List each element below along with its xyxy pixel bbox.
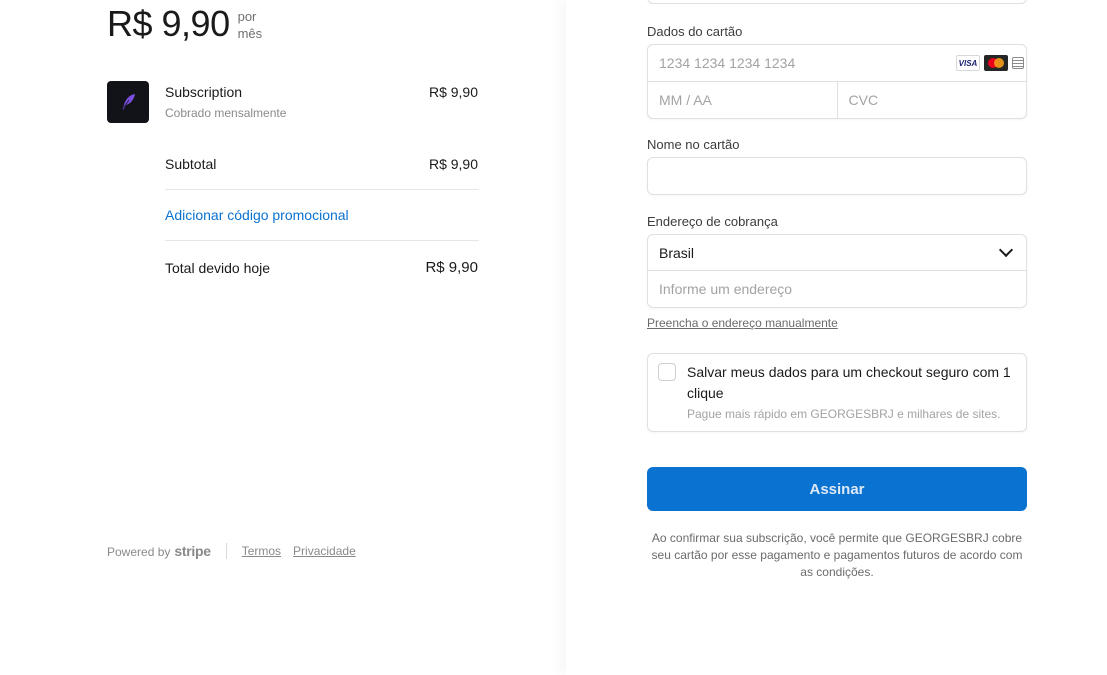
item-price: R$ 9,90 bbox=[428, 84, 478, 100]
visa-icon: VISA bbox=[956, 55, 980, 71]
save-info-box: Salvar meus dados para um checkout segur… bbox=[647, 353, 1027, 432]
chevron-down-icon bbox=[998, 242, 1014, 258]
expiry-input[interactable]: MM / AA bbox=[648, 82, 837, 118]
more-cards-icon bbox=[1012, 57, 1024, 69]
cardholder-name-input[interactable] bbox=[647, 157, 1027, 195]
billing-address-label: Endereço de cobrança bbox=[647, 214, 778, 229]
price-amount: R$ 9,90 bbox=[107, 3, 230, 44]
order-summary-panel: R$ 9,90 por mês Subscription Cobrado men… bbox=[0, 0, 566, 675]
address-placeholder: Informe um endereço bbox=[659, 281, 793, 297]
subtotal-label: Subtotal bbox=[165, 156, 217, 172]
cardholder-name-label: Nome no cartão bbox=[647, 137, 740, 152]
subtotal-value: R$ 9,90 bbox=[428, 156, 478, 172]
payment-form-panel: Dados do cartão 1234 1234 1234 1234 VISA… bbox=[566, 0, 1107, 675]
price-period-line2: mês bbox=[237, 26, 263, 41]
divider bbox=[165, 240, 479, 241]
powered-by-stripe[interactable]: Powered by stripe bbox=[107, 543, 211, 559]
footer: Powered by stripe Termos Privacidade bbox=[107, 543, 368, 559]
mastercard-icon bbox=[984, 55, 1008, 71]
price-header: R$ 9,90 por mês bbox=[107, 4, 262, 44]
cvc-placeholder: CVC bbox=[848, 92, 879, 108]
total-value: R$ 9,90 bbox=[425, 259, 478, 276]
manual-address-link[interactable]: Preencha o endereço manualmente bbox=[647, 316, 838, 330]
stripe-logo: stripe bbox=[174, 543, 211, 559]
price-period-line1: por bbox=[237, 9, 257, 24]
expiry-placeholder: MM / AA bbox=[659, 92, 712, 108]
billing-address-group: Brasil Informe um endereço bbox=[647, 234, 1027, 308]
card-number-input[interactable]: 1234 1234 1234 1234 VISA bbox=[648, 45, 1026, 81]
address-input[interactable]: Informe um endereço bbox=[648, 271, 1026, 307]
divider bbox=[165, 189, 479, 190]
privacy-link[interactable]: Privacidade bbox=[293, 544, 356, 558]
footer-separator bbox=[225, 543, 227, 559]
legal-notice: Ao confirmar sua subscrição, você permit… bbox=[651, 531, 1023, 579]
previous-field-edge bbox=[647, 0, 1027, 4]
add-promo-code-link[interactable]: Adicionar código promocional bbox=[165, 207, 349, 223]
product-icon bbox=[107, 81, 149, 123]
card-details-label: Dados do cartão bbox=[647, 24, 743, 39]
cardholder-name-value bbox=[648, 158, 1026, 194]
card-number-placeholder: 1234 1234 1234 1234 bbox=[659, 55, 796, 71]
card-brands: VISA bbox=[956, 55, 1024, 71]
save-info-checkbox[interactable] bbox=[658, 363, 676, 381]
item-billing: Cobrado mensalmente bbox=[165, 106, 287, 120]
save-info-subtitle: Pague mais rápido em GEORGESBRJ e milhar… bbox=[687, 407, 1001, 421]
cvc-input[interactable]: CVC bbox=[836, 82, 1027, 118]
powered-by-text: Powered by bbox=[107, 545, 171, 559]
save-info-title: Salvar meus dados para um checkout segur… bbox=[687, 364, 1011, 401]
item-name: Subscription bbox=[165, 84, 243, 100]
subscribe-button[interactable]: Assinar bbox=[647, 467, 1027, 511]
price-period: por mês bbox=[238, 8, 263, 42]
feather-icon bbox=[121, 94, 135, 111]
country-value: Brasil bbox=[659, 244, 695, 261]
total-label: Total devido hoje bbox=[165, 260, 271, 276]
card-details-group: 1234 1234 1234 1234 VISA MM / AA CVC bbox=[647, 44, 1027, 119]
terms-link[interactable]: Termos bbox=[242, 544, 281, 558]
country-select[interactable]: Brasil bbox=[648, 235, 1026, 271]
